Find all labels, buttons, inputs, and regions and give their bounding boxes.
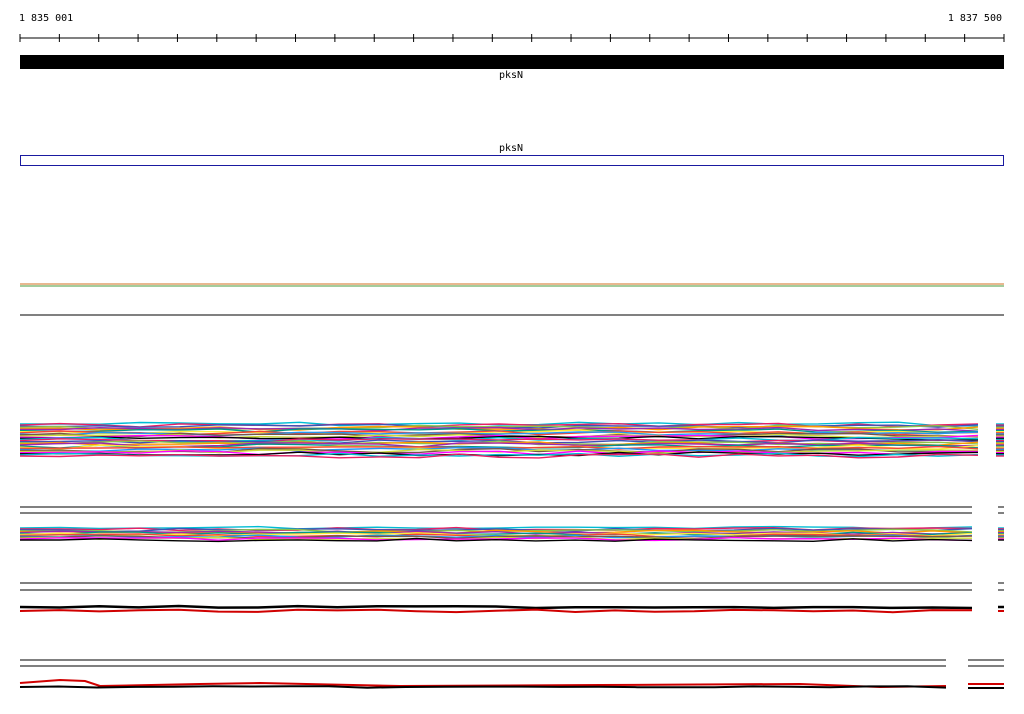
- genome-viewer: 1 835 001 1 837 500 pksN pksN: [0, 0, 1024, 714]
- alignment-block-3[interactable]: [19, 506, 1004, 614]
- gene-label: pksN: [498, 70, 524, 81]
- alignment-read: [19, 685, 947, 689]
- transcript-label: pksN: [498, 143, 524, 154]
- alignment-read: [19, 608, 973, 614]
- transcript-feature-box[interactable]: [20, 155, 1004, 166]
- alignment-block-2[interactable]: [19, 525, 1004, 543]
- alignment-block-1[interactable]: [19, 421, 1004, 459]
- alignment-block-4[interactable]: [19, 659, 1004, 689]
- tracks-canvas: [19, 34, 1005, 689]
- alignment-read: [19, 604, 973, 610]
- gene-feature-bar[interactable]: [20, 55, 1004, 69]
